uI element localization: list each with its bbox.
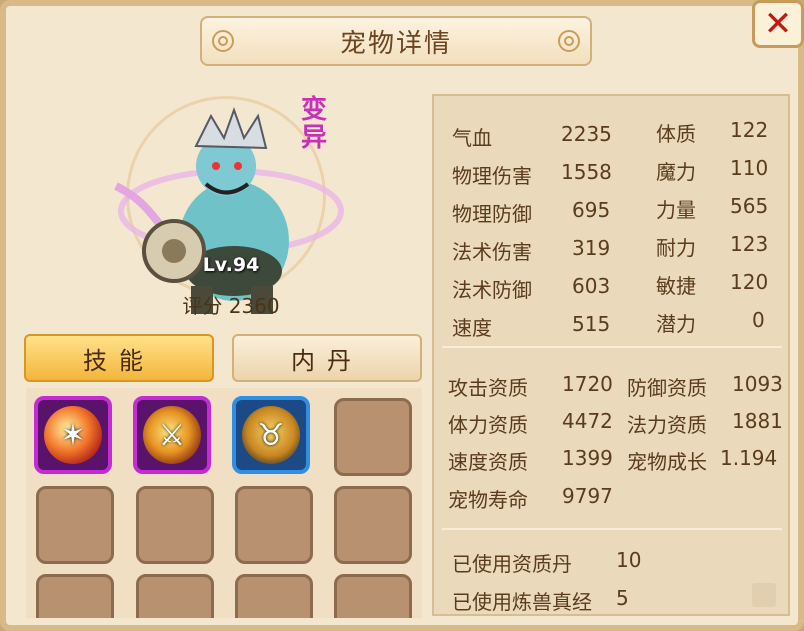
title-bar: 宠物详情 xyxy=(200,16,592,66)
empty-skill-slot[interactable] xyxy=(334,574,412,618)
divider xyxy=(442,346,782,348)
window-title: 宠物详情 xyxy=(339,28,452,59)
corner-ornament xyxy=(752,583,776,607)
tab-inner-core[interactable]: 内丹 xyxy=(232,334,422,382)
pet-detail-window: 宠物详情 变异 Lv.94 评分 2360 技能 内丹 ✶ ⚔ ♉ 气血 223… xyxy=(0,0,804,631)
stat-label: 耐力 xyxy=(656,236,696,260)
stat-value: 515 xyxy=(572,312,611,336)
stat-value: 695 xyxy=(572,198,611,222)
stat-value: 122 xyxy=(730,118,769,142)
skill-slot[interactable]: ✶ xyxy=(34,396,112,474)
divider xyxy=(442,528,782,530)
stat-label: 物理防御 xyxy=(452,202,532,226)
pet-score: 评分 2360 xyxy=(146,290,316,319)
aptitude-value: 1399 xyxy=(562,446,613,470)
score-label: 评分 xyxy=(182,294,223,318)
empty-skill-slot[interactable] xyxy=(235,486,313,564)
bull-skill-icon: ♉ xyxy=(242,406,300,464)
stat-label: 气血 xyxy=(452,126,492,150)
skill-slot[interactable]: ⚔ xyxy=(133,396,211,474)
empty-skill-slot[interactable] xyxy=(36,574,114,618)
stat-label: 法术防御 xyxy=(452,278,532,302)
empty-skill-slot[interactable] xyxy=(334,398,412,476)
usage-value: 5 xyxy=(616,586,629,610)
mutation-badge: 变异 xyxy=(300,95,327,153)
aptitude-label: 法力资质 xyxy=(627,413,707,437)
blade-strike-skill-icon: ⚔ xyxy=(143,406,201,464)
empty-skill-slot[interactable] xyxy=(36,486,114,564)
aptitude-value: 1720 xyxy=(562,372,613,396)
empty-skill-slot[interactable] xyxy=(136,574,214,618)
stat-value: 565 xyxy=(730,194,769,218)
stat-value: 1558 xyxy=(561,160,612,184)
stat-label: 力量 xyxy=(656,198,696,222)
aptitude-label: 体力资质 xyxy=(448,413,528,437)
stat-label: 物理伤害 xyxy=(452,164,532,188)
aptitude-value: 1881 xyxy=(732,409,783,433)
empty-skill-slot[interactable] xyxy=(136,486,214,564)
close-icon: ✕ xyxy=(763,4,793,44)
aptitude-label: 速度资质 xyxy=(448,450,528,474)
aptitude-label: 防御资质 xyxy=(627,376,707,400)
stat-label: 体质 xyxy=(656,122,696,146)
stat-value: 110 xyxy=(730,156,769,180)
stat-value: 2235 xyxy=(561,122,612,146)
usage-value: 10 xyxy=(616,548,642,572)
skill-slot[interactable]: ♉ xyxy=(232,396,310,474)
aptitude-label: 宠物成长 xyxy=(627,450,707,474)
aptitude-value: 1.194 xyxy=(720,446,778,470)
aptitude-value: 1093 xyxy=(732,372,783,396)
aptitude-value: 4472 xyxy=(562,409,613,433)
stat-label: 魔力 xyxy=(656,160,696,184)
stat-value: 603 xyxy=(572,274,611,298)
aptitude-label: 宠物寿命 xyxy=(448,488,528,512)
stat-label: 法术伤害 xyxy=(452,240,532,264)
aptitude-value: 9797 xyxy=(562,484,613,508)
stat-value: 319 xyxy=(572,236,611,260)
usage-label: 已使用炼兽真经 xyxy=(452,590,592,614)
scroll-ornament-icon xyxy=(212,30,234,52)
fire-claw-skill-icon: ✶ xyxy=(44,406,102,464)
skill-grid: ✶ ⚔ ♉ xyxy=(26,388,422,618)
tab-skills[interactable]: 技能 xyxy=(24,334,214,382)
usage-label: 已使用资质丹 xyxy=(452,552,572,576)
stat-value: 0 xyxy=(752,308,765,332)
stats-panel: 气血 2235 物理伤害 1558 物理防御 695 法术伤害 319 法术防御… xyxy=(432,94,790,616)
aptitude-label: 攻击资质 xyxy=(448,376,528,400)
stat-label: 潜力 xyxy=(656,312,696,336)
pet-level: Lv.94 xyxy=(202,254,260,276)
stat-value: 123 xyxy=(730,232,769,256)
empty-skill-slot[interactable] xyxy=(235,574,313,618)
close-button[interactable]: ✕ xyxy=(752,0,804,48)
scroll-ornament-icon xyxy=(558,30,580,52)
stat-label: 速度 xyxy=(452,316,492,340)
stat-label: 敏捷 xyxy=(656,274,696,298)
stat-value: 120 xyxy=(730,270,769,294)
score-value: 2360 xyxy=(228,294,280,318)
empty-skill-slot[interactable] xyxy=(334,486,412,564)
